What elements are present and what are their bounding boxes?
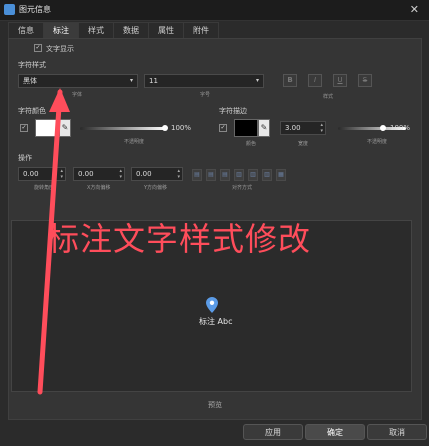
cancel-button[interactable]: 取消 — [367, 424, 427, 440]
ok-button[interactable]: 确定 — [305, 424, 365, 440]
annotation-overlay-text: 标注文字样式修改 — [47, 220, 312, 258]
apply-button[interactable]: 应用 — [243, 424, 303, 440]
